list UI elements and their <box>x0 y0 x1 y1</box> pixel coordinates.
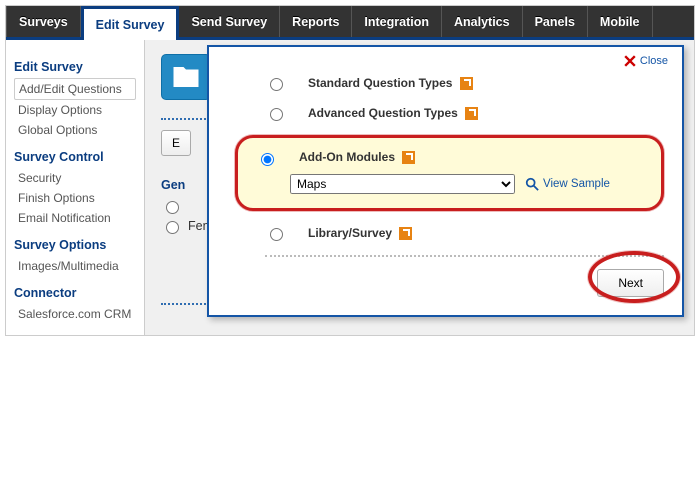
tab-integration[interactable]: Integration <box>352 6 442 37</box>
sidebar-item-images-multimedia[interactable]: Images/Multimedia <box>14 256 136 276</box>
tab-analytics[interactable]: Analytics <box>442 6 523 37</box>
content-area: E Gen Female Add New Question <box>144 40 694 335</box>
tab-edit-survey[interactable]: Edit Survey <box>81 6 180 40</box>
gender-radio-2[interactable] <box>166 221 179 234</box>
tab-mobile[interactable]: Mobile <box>588 6 653 37</box>
tab-reports[interactable]: Reports <box>280 6 352 37</box>
gender-radio-1[interactable] <box>166 201 179 214</box>
option-library[interactable]: Library/Survey <box>265 225 664 241</box>
sidebar-heading-surveycontrol: Survey Control <box>14 150 136 164</box>
dialog-divider <box>265 255 664 257</box>
magnifier-icon <box>525 177 539 191</box>
sidebar-item-display-options[interactable]: Display Options <box>14 100 136 120</box>
help-icon[interactable] <box>402 151 415 164</box>
label-standard: Standard Question Types <box>308 76 452 90</box>
help-icon[interactable] <box>465 107 478 120</box>
question-type-dialog: Close Standard Question Types Advanced Q… <box>207 45 684 317</box>
help-icon[interactable] <box>399 227 412 240</box>
radio-library[interactable] <box>270 228 283 241</box>
tab-surveys[interactable]: Surveys <box>6 6 81 37</box>
main-tabs: Surveys Edit Survey Send Survey Reports … <box>6 6 694 40</box>
sidebar: Edit Survey Add/Edit Questions Display O… <box>6 40 144 335</box>
view-sample-label: View Sample <box>543 178 610 190</box>
label-addon: Add-On Modules <box>299 150 395 164</box>
app-window: Surveys Edit Survey Send Survey Reports … <box>5 5 695 336</box>
sidebar-heading-connector: Connector <box>14 286 136 300</box>
sidebar-item-email-notification[interactable]: Email Notification <box>14 208 136 228</box>
radio-standard[interactable] <box>270 78 283 91</box>
sidebar-item-add-edit-questions[interactable]: Add/Edit Questions <box>14 78 136 100</box>
dialog-close-label: Close <box>640 55 668 67</box>
view-sample-link[interactable]: View Sample <box>525 177 610 191</box>
tab-panels[interactable]: Panels <box>523 6 588 37</box>
label-advanced: Advanced Question Types <box>308 106 458 120</box>
close-icon <box>624 55 636 67</box>
radio-addon[interactable] <box>261 153 274 166</box>
option-advanced[interactable]: Advanced Question Types <box>265 105 664 121</box>
sidebar-item-finish-options[interactable]: Finish Options <box>14 188 136 208</box>
option-standard[interactable]: Standard Question Types <box>265 75 664 91</box>
next-button[interactable]: Next <box>597 269 664 297</box>
edit-button-stub[interactable]: E <box>161 130 191 156</box>
sidebar-heading-editsurvey: Edit Survey <box>14 60 136 74</box>
sidebar-item-global-options[interactable]: Global Options <box>14 120 136 140</box>
option-addon-highlight: Add-On Modules Maps View Sample <box>235 135 664 211</box>
sidebar-item-salesforce-crm[interactable]: Salesforce.com CRM <box>14 304 136 324</box>
survey-folder-icon[interactable] <box>161 54 211 100</box>
main-area: Edit Survey Add/Edit Questions Display O… <box>6 40 694 335</box>
addon-select[interactable]: Maps <box>290 174 515 194</box>
radio-advanced[interactable] <box>270 108 283 121</box>
dialog-close-button[interactable]: Close <box>624 55 668 67</box>
tab-send-survey[interactable]: Send Survey <box>179 6 280 37</box>
help-icon[interactable] <box>460 77 473 90</box>
option-addon[interactable]: Add-On Modules <box>256 150 643 166</box>
dialog-footer: Next <box>265 269 664 297</box>
label-library: Library/Survey <box>308 226 392 240</box>
sidebar-heading-surveyoptions: Survey Options <box>14 238 136 252</box>
sidebar-item-security[interactable]: Security <box>14 168 136 188</box>
